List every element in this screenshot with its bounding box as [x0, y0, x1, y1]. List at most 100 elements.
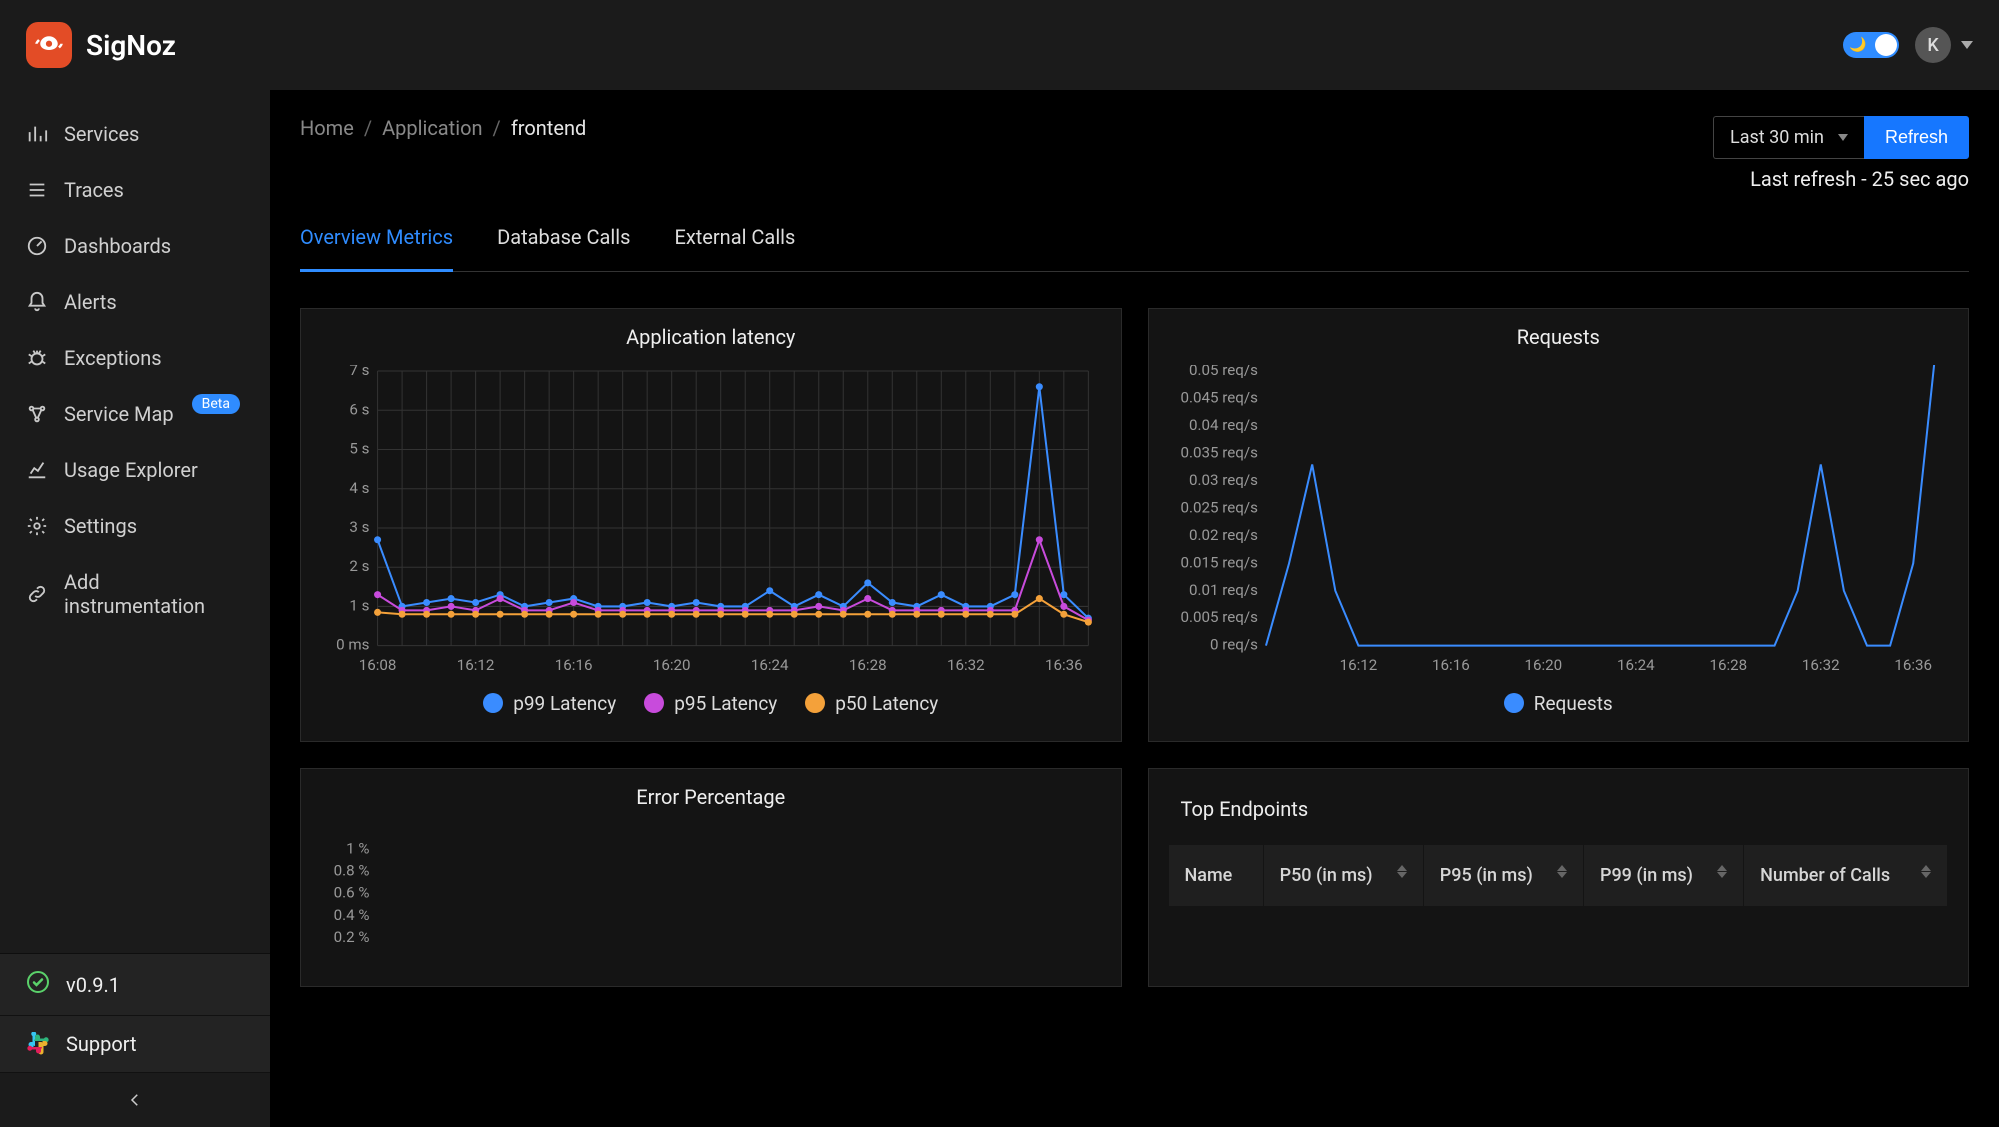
topbar: Home / Application / frontend Last 30 mi…: [300, 116, 1969, 191]
tabs: Overview Metrics Database Calls External…: [300, 215, 1969, 272]
breadcrumb-separator: /: [493, 116, 501, 140]
sidebar-item-service-map[interactable]: Service Map Beta: [0, 386, 270, 442]
svg-text:0.015 req/s: 0.015 req/s: [1180, 553, 1258, 571]
panel-application-latency: Application latency 0 ms1 s2 s3 s4 s5 s6…: [300, 308, 1122, 742]
app-header: SigNoz 🌙 K: [0, 0, 1999, 90]
svg-text:16:32: 16:32: [1801, 656, 1839, 674]
check-circle-icon: [26, 970, 50, 999]
sidebar-item-services[interactable]: Services: [0, 106, 270, 162]
sidebar-item-exceptions[interactable]: Exceptions: [0, 330, 270, 386]
table-header-name[interactable]: Name: [1169, 845, 1264, 906]
brand-name: SigNoz: [86, 29, 176, 62]
endpoints-table: Name P50 (in ms) P95 (in ms) P99 (in ms)…: [1169, 845, 1949, 906]
sidebar-item-dashboards[interactable]: Dashboards: [0, 218, 270, 274]
beta-badge: Beta: [192, 394, 240, 414]
svg-text:16:20: 16:20: [653, 656, 691, 674]
svg-text:4 s: 4 s: [349, 479, 369, 497]
brand: SigNoz: [26, 22, 176, 68]
legend-item[interactable]: Requests: [1504, 692, 1613, 715]
bar-chart-icon: [26, 123, 48, 145]
table-header-calls[interactable]: Number of Calls: [1744, 845, 1948, 906]
last-refresh-text: Last refresh - 25 sec ago: [1750, 167, 1969, 191]
svg-text:7 s: 7 s: [349, 365, 369, 379]
svg-text:2 s: 2 s: [349, 557, 369, 575]
svg-text:0.005 req/s: 0.005 req/s: [1180, 608, 1258, 626]
breadcrumb-item[interactable]: Application: [382, 116, 482, 140]
brand-logo-icon: [26, 22, 72, 68]
legend-dot-icon: [483, 693, 503, 713]
support-label: Support: [66, 1032, 137, 1056]
panel-title: Top Endpoints: [1169, 797, 1949, 821]
error-chart[interactable]: 0.2 %0.4 %0.6 %0.8 %1 %: [317, 825, 1105, 966]
svg-text:16:32: 16:32: [947, 656, 985, 674]
theme-toggle[interactable]: 🌙: [1843, 32, 1899, 58]
legend-item[interactable]: p50 Latency: [805, 692, 938, 715]
sort-icon: [1921, 865, 1931, 878]
toggle-knob: [1875, 34, 1897, 56]
tab-external-calls[interactable]: External Calls: [674, 215, 795, 272]
legend-label: Requests: [1534, 692, 1613, 715]
gauge-icon: [26, 235, 48, 257]
tab-database-calls[interactable]: Database Calls: [497, 215, 630, 272]
panel-title: Requests: [1149, 309, 1969, 359]
sidebar-item-settings[interactable]: Settings: [0, 498, 270, 554]
panel-title: Error Percentage: [301, 769, 1121, 819]
sort-icon: [1717, 865, 1727, 878]
table-header-p95[interactable]: P95 (in ms): [1423, 845, 1583, 906]
legend-label: p95 Latency: [674, 692, 777, 715]
top-actions: Last 30 min Refresh Last refresh - 25 se…: [1713, 116, 1969, 191]
sidebar-item-add-instrumentation[interactable]: Add instrumentation: [0, 554, 270, 634]
sidebar-nav: Services Traces Dashboards Alerts Except…: [0, 106, 270, 953]
sidebar-item-label: Add instrumentation: [64, 570, 244, 618]
line-chart-icon: [26, 459, 48, 481]
svg-text:0.01 req/s: 0.01 req/s: [1188, 581, 1257, 599]
legend-dot-icon: [644, 693, 664, 713]
panel-top-endpoints: Top Endpoints Name P50 (in ms) P95 (in m…: [1148, 768, 1970, 987]
time-range-label: Last 30 min: [1730, 127, 1824, 148]
legend-item[interactable]: p99 Latency: [483, 692, 616, 715]
legend-dot-icon: [1504, 693, 1524, 713]
breadcrumb-item[interactable]: Home: [300, 116, 354, 140]
svg-text:0.05 req/s: 0.05 req/s: [1188, 365, 1257, 379]
sidebar-collapse-button[interactable]: [0, 1073, 270, 1127]
chart-grid: Application latency 0 ms1 s2 s3 s4 s5 s6…: [300, 308, 1969, 987]
sidebar-item-traces[interactable]: Traces: [0, 162, 270, 218]
sidebar-item-usage-explorer[interactable]: Usage Explorer: [0, 442, 270, 498]
legend-label: p50 Latency: [835, 692, 938, 715]
tab-overview-metrics[interactable]: Overview Metrics: [300, 215, 453, 272]
sidebar-item-alerts[interactable]: Alerts: [0, 274, 270, 330]
breadcrumb-current: frontend: [511, 116, 586, 140]
svg-text:0 req/s: 0 req/s: [1209, 636, 1257, 654]
svg-text:0.8 %: 0.8 %: [334, 861, 370, 879]
time-range-select[interactable]: Last 30 min: [1713, 116, 1864, 159]
svg-text:0.035 req/s: 0.035 req/s: [1180, 443, 1258, 461]
sidebar-bottom: v0.9.1 Support: [0, 953, 270, 1127]
bell-icon: [26, 291, 48, 313]
chevron-down-icon: [1961, 41, 1973, 49]
svg-text:16:16: 16:16: [555, 656, 593, 674]
map-icon: [26, 403, 48, 425]
svg-text:0 ms: 0 ms: [336, 636, 370, 654]
user-menu[interactable]: K: [1915, 27, 1973, 63]
panel-requests: Requests 0 req/s 0.005 req/s 0.01 req/s 0.0…: [1148, 308, 1970, 742]
legend-item[interactable]: p95 Latency: [644, 692, 777, 715]
table-header-p50[interactable]: P50 (in ms): [1263, 845, 1423, 906]
sidebar-item-label: Traces: [64, 178, 124, 202]
refresh-button[interactable]: Refresh: [1864, 116, 1969, 159]
sidebar-item-label: Settings: [64, 514, 137, 538]
gear-icon: [26, 515, 48, 537]
svg-text:0.03 req/s: 0.03 req/s: [1188, 471, 1257, 489]
requests-chart[interactable]: 0 req/s 0.005 req/s 0.01 req/s 0.015 req/s 0…: [1165, 365, 1953, 678]
latency-chart[interactable]: 0 ms1 s2 s3 s4 s5 s6 s7 s16:0816:1216:16…: [317, 365, 1105, 678]
table-header-p99[interactable]: P99 (in ms): [1583, 845, 1743, 906]
svg-text:0.045 req/s: 0.045 req/s: [1180, 389, 1258, 407]
svg-text:0.025 req/s: 0.025 req/s: [1180, 498, 1258, 516]
svg-text:16:24: 16:24: [751, 656, 789, 674]
sidebar-item-label: Dashboards: [64, 234, 171, 258]
svg-text:16:36: 16:36: [1894, 656, 1932, 674]
chevron-down-icon: [1838, 134, 1848, 141]
sidebar-item-support[interactable]: Support: [0, 1016, 270, 1073]
link-icon: [26, 583, 48, 605]
sidebar-item-version[interactable]: v0.9.1: [0, 954, 270, 1016]
svg-text:1 %: 1 %: [346, 839, 369, 857]
